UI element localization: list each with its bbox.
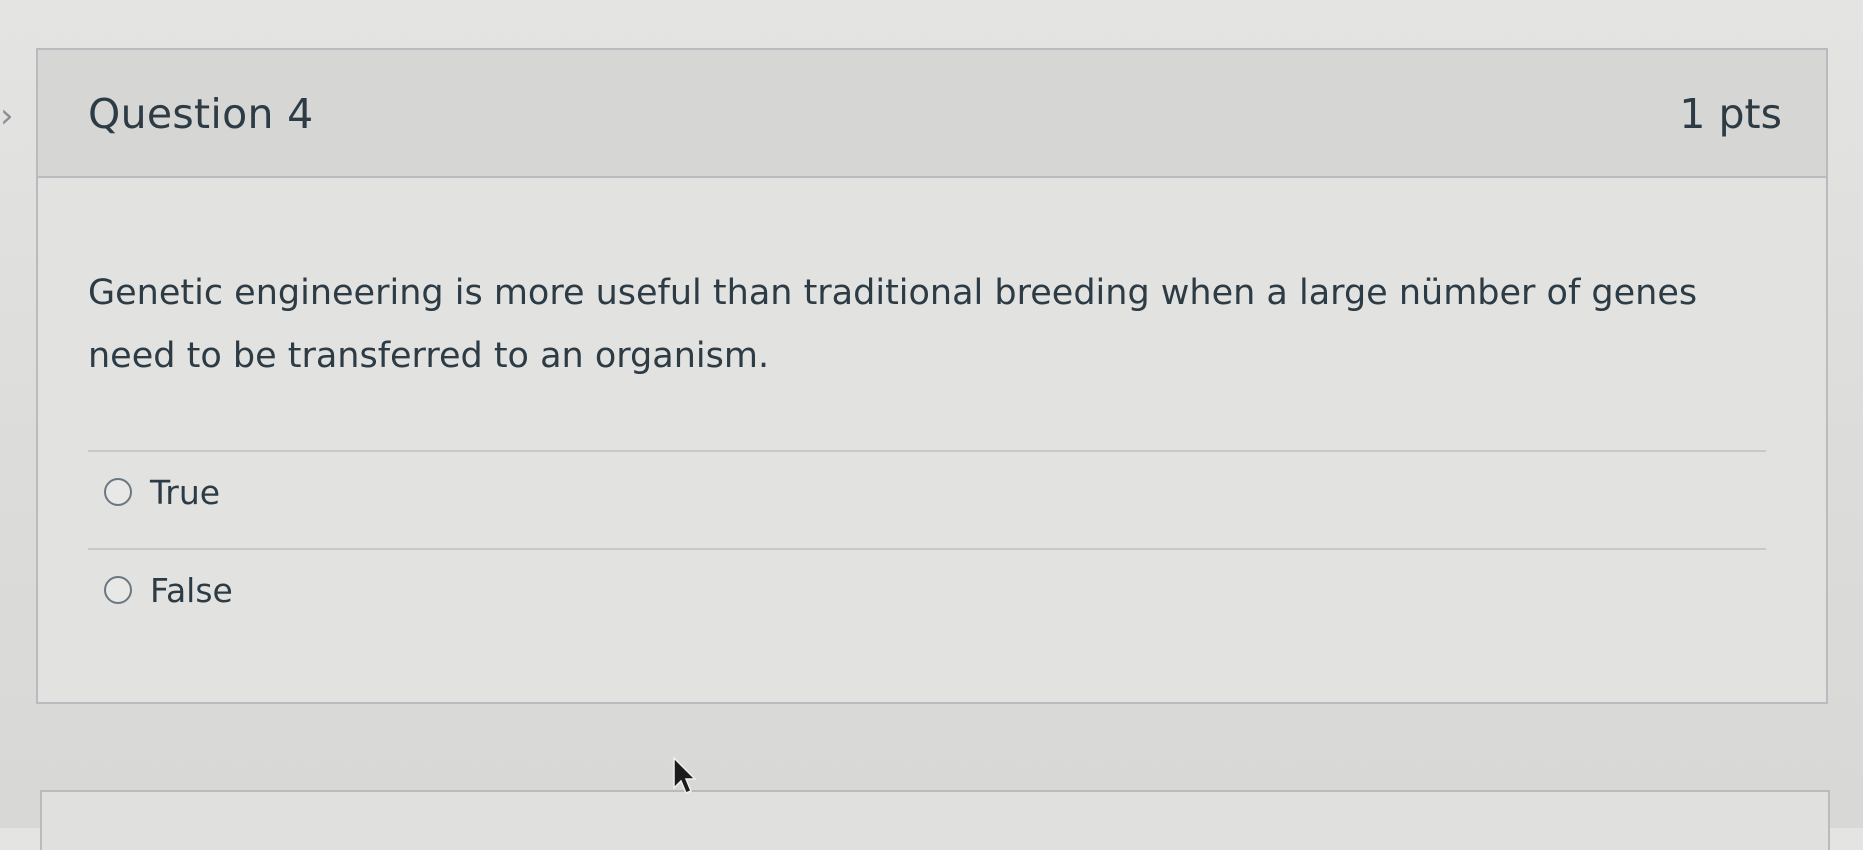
answer-divider	[88, 450, 1766, 452]
next-question-card	[40, 790, 1830, 850]
question-title: Question 4	[88, 90, 314, 138]
radio-button-icon[interactable]	[104, 576, 132, 604]
question-card: Question 4 1 pts Genetic engineering is …	[36, 48, 1828, 704]
answer-label-true: True	[150, 472, 221, 512]
mouse-pointer-icon	[673, 756, 697, 794]
question-points: 1 pts	[1679, 90, 1782, 138]
chevron-right-icon[interactable]: ›	[0, 96, 14, 136]
radio-button-icon[interactable]	[104, 478, 132, 506]
question-header: Question 4 1 pts	[38, 50, 1826, 178]
answer-option-true[interactable]: True	[104, 472, 220, 512]
question-text: Genetic engineering is more useful than …	[88, 273, 1698, 376]
answer-option-false[interactable]: False	[104, 570, 233, 610]
answer-label-false: False	[150, 570, 233, 610]
answer-divider	[88, 548, 1766, 550]
